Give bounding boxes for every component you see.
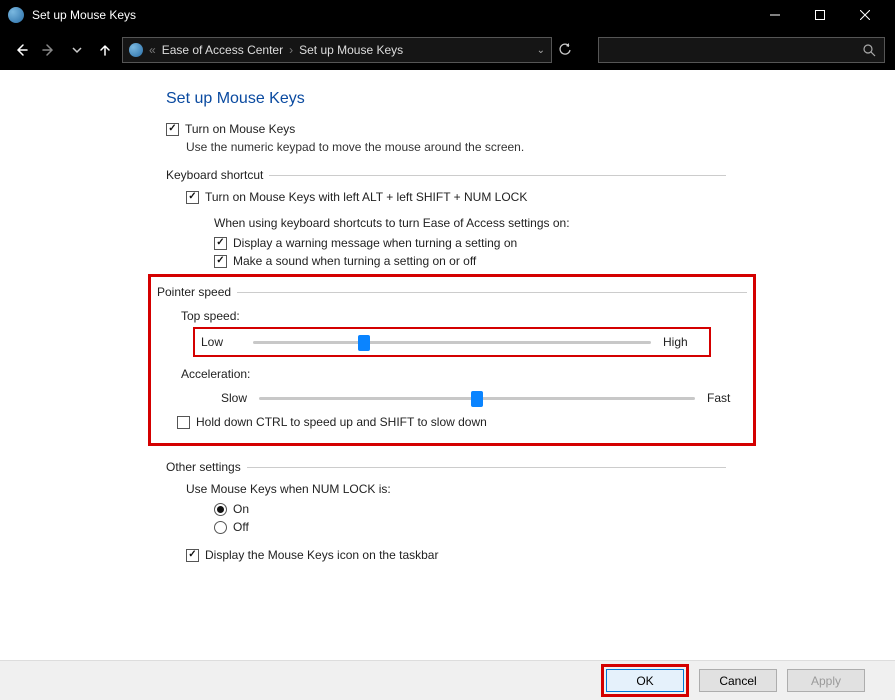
turn-on-description: Use the numeric keypad to move the mouse…: [186, 140, 726, 154]
top-speed-thumb[interactable]: [358, 335, 370, 351]
search-box[interactable]: [598, 37, 885, 63]
make-sound-checkbox[interactable]: [214, 255, 227, 268]
close-icon: [860, 10, 870, 20]
location-icon: [129, 43, 143, 57]
numlock-off-label: Off: [233, 520, 249, 534]
top-speed-high: High: [663, 335, 703, 349]
forward-arrow-icon: [42, 43, 56, 57]
ok-button-highlight: OK: [601, 664, 689, 697]
hold-ctrl-label: Hold down CTRL to speed up and SHIFT to …: [196, 415, 487, 429]
use-when-label: Use Mouse Keys when NUM LOCK is:: [186, 482, 726, 496]
maximize-button[interactable]: [797, 0, 842, 30]
warning-message-label: Display a warning message when turning a…: [233, 236, 517, 250]
search-icon: [863, 44, 876, 57]
acceleration-slow: Slow: [207, 391, 247, 405]
recent-dropdown[interactable]: [66, 38, 88, 62]
apply-button: Apply: [787, 669, 865, 692]
pointer-speed-legend: Pointer speed: [157, 285, 747, 299]
up-arrow-icon: [98, 43, 112, 57]
minimize-icon: [770, 10, 780, 20]
breadcrumb-field[interactable]: « Ease of Access Center › Set up Mouse K…: [122, 37, 552, 63]
top-speed-label: Top speed:: [181, 309, 747, 323]
top-speed-low: Low: [201, 335, 241, 349]
acceleration-slider[interactable]: [259, 389, 695, 407]
shortcut-enable-label: Turn on Mouse Keys with left ALT + left …: [205, 190, 527, 204]
address-bar: « Ease of Access Center › Set up Mouse K…: [0, 30, 895, 70]
keyboard-shortcut-legend: Keyboard shortcut: [166, 168, 726, 182]
close-button[interactable]: [842, 0, 887, 30]
back-arrow-icon: [14, 43, 28, 57]
back-button[interactable]: [10, 38, 32, 62]
footer-buttons: OK Cancel Apply: [0, 660, 895, 700]
app-icon: [8, 7, 24, 23]
ok-button[interactable]: OK: [606, 669, 684, 692]
top-speed-slider[interactable]: [253, 333, 651, 351]
acceleration-thumb[interactable]: [471, 391, 483, 407]
breadcrumb-seg-2[interactable]: Set up Mouse Keys: [299, 43, 403, 57]
shortcut-enable-checkbox[interactable]: [186, 191, 199, 204]
breadcrumb-chevrons: «: [149, 43, 156, 57]
cancel-button[interactable]: Cancel: [699, 669, 777, 692]
make-sound-label: Make a sound when turning a setting on o…: [233, 254, 476, 268]
numlock-off-radio[interactable]: [214, 521, 227, 534]
refresh-icon: [558, 43, 572, 57]
acceleration-fast: Fast: [707, 391, 747, 405]
warning-message-checkbox[interactable]: [214, 237, 227, 250]
content-area: Set up Mouse Keys Turn on Mouse Keys Use…: [0, 70, 895, 660]
numlock-on-label: On: [233, 502, 249, 516]
window-title: Set up Mouse Keys: [32, 8, 136, 22]
when-using-text: When using keyboard shortcuts to turn Ea…: [214, 216, 726, 230]
turn-on-mouse-keys-checkbox[interactable]: [166, 123, 179, 136]
maximize-icon: [815, 10, 825, 20]
breadcrumb-sep-icon: ›: [289, 43, 293, 57]
numlock-on-radio[interactable]: [214, 503, 227, 516]
forward-button[interactable]: [38, 38, 60, 62]
refresh-button[interactable]: [558, 43, 582, 57]
turn-on-mouse-keys-label: Turn on Mouse Keys: [185, 122, 295, 136]
address-dropdown[interactable]: ⌄: [537, 45, 545, 56]
taskbar-icon-checkbox[interactable]: [186, 549, 199, 562]
taskbar-icon-label: Display the Mouse Keys icon on the taskb…: [205, 548, 438, 562]
title-bar: Set up Mouse Keys: [0, 0, 895, 30]
up-button[interactable]: [94, 38, 116, 62]
acceleration-label: Acceleration:: [181, 367, 747, 381]
hold-ctrl-checkbox[interactable]: [177, 416, 190, 429]
top-speed-slider-highlight: Low High: [193, 327, 711, 357]
page-title: Set up Mouse Keys: [166, 90, 726, 108]
other-settings-legend: Other settings: [166, 460, 726, 474]
minimize-button[interactable]: [752, 0, 797, 30]
breadcrumb-seg-1[interactable]: Ease of Access Center: [162, 43, 283, 57]
pointer-speed-highlight: Pointer speed Top speed: Low High Accele…: [148, 274, 756, 446]
chevron-down-icon: [72, 45, 82, 55]
